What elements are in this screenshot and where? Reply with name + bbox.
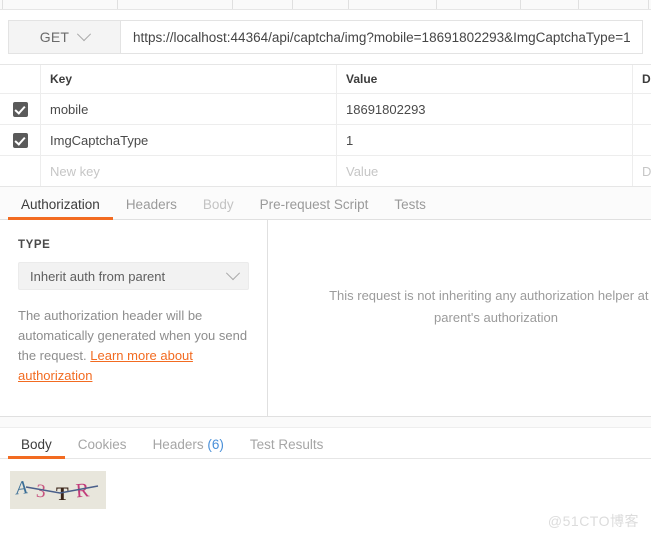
tab-response-cookies[interactable]: Cookies bbox=[65, 436, 140, 459]
response-separator bbox=[0, 417, 651, 428]
auth-notice-column: This request is not inheriting any autho… bbox=[268, 220, 651, 416]
tab-divider bbox=[436, 0, 437, 9]
tab-tests-label: Tests bbox=[394, 196, 426, 212]
tab-headers-label: Headers bbox=[125, 196, 177, 212]
row-checkbox-cell[interactable] bbox=[0, 156, 41, 186]
row-key-text: mobile bbox=[50, 101, 89, 117]
table-row: ImgCaptchaType 1 bbox=[0, 125, 651, 156]
auth-inherit-notice: This request is not inheriting any autho… bbox=[286, 285, 651, 329]
table-header-row: Key Value D bbox=[0, 65, 651, 94]
request-tabs: Authorization Headers Body Pre-request S… bbox=[0, 187, 651, 220]
workspace-tab-strip[interactable] bbox=[0, 0, 651, 10]
response-headers-count: (6) bbox=[207, 436, 224, 452]
http-method-label: GET bbox=[39, 29, 70, 45]
url-input[interactable]: https://localhost:44364/api/captcha/img?… bbox=[120, 20, 643, 54]
new-value-input[interactable]: Value bbox=[337, 156, 633, 186]
auth-type-label: TYPE bbox=[18, 239, 51, 251]
chevron-down-icon bbox=[225, 266, 241, 281]
row-key-cell[interactable]: mobile bbox=[41, 94, 337, 124]
tab-pre-request-script-label: Pre-request Script bbox=[259, 196, 369, 212]
tab-divider bbox=[117, 0, 118, 9]
tab-divider bbox=[520, 0, 521, 9]
row-key-text: ImgCaptchaType bbox=[50, 132, 149, 148]
auth-notice-line-2: parent's authorization bbox=[434, 310, 558, 325]
header-value: Value bbox=[337, 65, 633, 93]
row-value-text: 18691802293 bbox=[346, 101, 426, 117]
new-description-input[interactable]: D bbox=[633, 156, 651, 186]
tab-tests[interactable]: Tests bbox=[381, 196, 439, 220]
tab-divider bbox=[578, 0, 579, 9]
captcha-image: A 3 T R bbox=[10, 471, 106, 509]
row-value-cell[interactable]: 18691802293 bbox=[337, 94, 633, 124]
chevron-down-icon bbox=[77, 27, 92, 42]
tab-response-body-label: Body bbox=[21, 436, 52, 452]
table-row-new: New key Value D bbox=[0, 156, 651, 186]
new-key-input[interactable]: New key bbox=[41, 156, 337, 186]
tab-body[interactable]: Body bbox=[190, 196, 247, 220]
authorization-panel: TYPE Inherit auth from parent The author… bbox=[0, 220, 651, 417]
row-key-cell[interactable]: ImgCaptchaType bbox=[41, 125, 337, 155]
tab-test-results[interactable]: Test Results bbox=[237, 436, 337, 459]
http-method-selector[interactable]: GET bbox=[8, 20, 120, 54]
tab-divider bbox=[232, 0, 233, 9]
query-params-table: Key Value D mobile 18691802293 ImgCaptch… bbox=[0, 64, 651, 187]
tab-response-body[interactable]: Body bbox=[8, 436, 65, 459]
row-description-cell[interactable] bbox=[633, 125, 651, 155]
tab-body-label: Body bbox=[202, 196, 234, 212]
tab-response-cookies-label: Cookies bbox=[77, 436, 127, 452]
svg-text:T: T bbox=[56, 484, 69, 505]
request-url-bar: GET https://localhost:44364/api/captcha/… bbox=[0, 10, 651, 64]
tab-test-results-label: Test Results bbox=[249, 436, 324, 452]
watermark-text: @51CTO博客 bbox=[547, 513, 639, 529]
tab-authorization[interactable]: Authorization bbox=[8, 196, 113, 220]
header-key: Key bbox=[41, 65, 337, 93]
auth-type-dropdown[interactable]: Inherit auth from parent bbox=[18, 262, 249, 290]
tab-response-headers[interactable]: Headers (6) bbox=[140, 436, 237, 459]
auth-helper-text: The authorization header will be automat… bbox=[18, 306, 249, 386]
new-description-placeholder: D bbox=[642, 163, 651, 179]
row-value-text: 1 bbox=[346, 132, 354, 148]
tab-pre-request-script[interactable]: Pre-request Script bbox=[247, 196, 382, 220]
captcha-svg: A 3 T R bbox=[10, 471, 106, 509]
row-checkbox-cell[interactable] bbox=[0, 94, 41, 124]
row-value-cell[interactable]: 1 bbox=[337, 125, 633, 155]
header-description: D bbox=[642, 72, 651, 86]
row-checkbox-cell[interactable] bbox=[0, 125, 41, 155]
tab-divider bbox=[292, 0, 293, 9]
header-checkbox-cell bbox=[0, 65, 41, 93]
auth-notice-line-1: This request is not inheriting any autho… bbox=[329, 288, 651, 303]
svg-text:3: 3 bbox=[35, 481, 46, 503]
auth-type-value: Inherit auth from parent bbox=[30, 268, 166, 284]
response-tabs: Body Cookies Headers (6) Test Results bbox=[0, 428, 651, 459]
checkbox-checked-icon[interactable] bbox=[12, 101, 28, 117]
url-text: https://localhost:44364/api/captcha/img?… bbox=[133, 29, 631, 45]
svg-text:R: R bbox=[75, 479, 91, 502]
tab-response-headers-label: Headers bbox=[152, 436, 204, 452]
row-description-cell[interactable] bbox=[633, 94, 651, 124]
auth-type-column: TYPE Inherit auth from parent The author… bbox=[0, 220, 268, 416]
tab-divider bbox=[648, 0, 649, 9]
tab-headers[interactable]: Headers bbox=[113, 196, 190, 220]
table-row: mobile 18691802293 bbox=[0, 94, 651, 125]
tab-divider bbox=[348, 0, 349, 9]
response-body-panel: A 3 T R @51CTO博客 bbox=[0, 459, 651, 539]
checkbox-checked-icon[interactable] bbox=[12, 132, 28, 148]
new-value-placeholder: Value bbox=[346, 163, 379, 179]
checkbox-unchecked-icon[interactable] bbox=[13, 164, 28, 179]
tab-divider bbox=[2, 0, 3, 9]
tab-authorization-label: Authorization bbox=[21, 196, 100, 212]
new-key-placeholder: New key bbox=[50, 163, 100, 179]
